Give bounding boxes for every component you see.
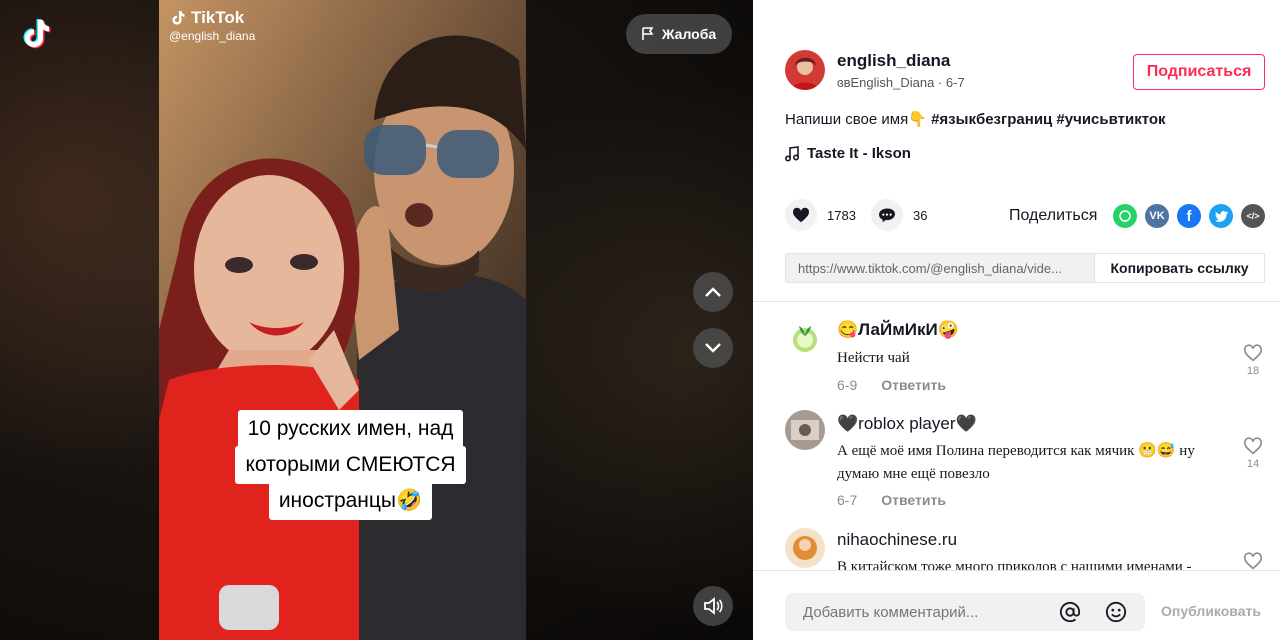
- comment-meta: 6-9 Ответить: [837, 377, 946, 393]
- follow-button[interactable]: Подписаться: [1133, 54, 1265, 90]
- comment-text: В китайском тоже много приколов с нашими…: [837, 559, 1192, 570]
- author-username[interactable]: english_diana: [837, 51, 950, 71]
- comment-like[interactable]: [1241, 552, 1265, 570]
- comment-like[interactable]: 18: [1241, 344, 1265, 377]
- author-meta: ɞвEnglish_Diana · 6-7: [837, 75, 965, 90]
- video-player-area: TikTok @english_diana 10 русских имен, н…: [0, 0, 753, 640]
- comment-author[interactable]: 😋ЛаЙмИкИ🤪: [837, 320, 959, 340]
- post-date: 6-7: [945, 75, 965, 90]
- author-nickname: ɞвEnglish_Diana: [837, 75, 935, 90]
- comment-action[interactable]: 36: [871, 199, 927, 231]
- emoji-icon[interactable]: [1105, 601, 1127, 623]
- heart-outline-icon[interactable]: [1243, 437, 1263, 455]
- at-icon[interactable]: [1059, 601, 1081, 623]
- comment-like-count: 18: [1246, 365, 1260, 377]
- twitter-icon[interactable]: [1209, 204, 1233, 228]
- share-label: Поделиться: [1009, 207, 1098, 224]
- comment-date: 6-9: [837, 377, 858, 393]
- music-title: Taste It - Ikson: [807, 145, 911, 162]
- comment-meta: 6-7 Ответить: [837, 492, 946, 508]
- watermark-brand: TikTok: [191, 8, 245, 27]
- chevron-down-icon: [705, 343, 721, 353]
- comment-like-count: 14: [1246, 458, 1260, 470]
- comment-author[interactable]: nihaochinese.ru: [837, 530, 957, 550]
- heart-outline-icon[interactable]: [1243, 552, 1263, 570]
- author-avatar[interactable]: [785, 50, 825, 90]
- share-link-box: https://www.tiktok.com/@english_diana/vi…: [785, 253, 1265, 283]
- publish-button[interactable]: Опубликовать: [1161, 603, 1261, 619]
- heart-icon[interactable]: [785, 199, 817, 231]
- post-text: Напиши свое имя👇: [785, 111, 932, 128]
- watermark-handle: @english_diana: [169, 29, 256, 43]
- comment-text: А ещё моё имя Полина переводится как мяч…: [837, 443, 1195, 482]
- comment-date: 6-7: [837, 492, 858, 508]
- comment-count: 36: [913, 207, 928, 223]
- whatsapp-icon[interactable]: [1113, 204, 1137, 228]
- like-action[interactable]: 1783: [785, 199, 856, 231]
- comment-author[interactable]: 🖤roblox player🖤: [837, 414, 977, 434]
- facebook-icon[interactable]: f: [1177, 204, 1201, 228]
- video-still-image: [159, 0, 526, 640]
- tiktok-watermark-icon: [172, 11, 185, 25]
- post-description: Напиши свое имя👇 #языкбезграниц #учисьвт…: [785, 110, 1166, 128]
- mute-button[interactable]: [693, 586, 733, 626]
- report-label: Жалоба: [661, 26, 717, 42]
- volume-icon: [704, 597, 723, 615]
- music-note-icon: [785, 145, 799, 161]
- comment-avatar[interactable]: [785, 410, 825, 450]
- video-info-panel: english_diana ɞвEnglish_Diana · 6-7 Подп…: [753, 0, 1280, 640]
- comment-avatar[interactable]: [785, 318, 825, 358]
- embed-icon[interactable]: </>: [1241, 204, 1265, 228]
- tiktok-video-page: TikTok @english_diana 10 русских имен, н…: [0, 0, 1280, 640]
- previous-video-button[interactable]: [693, 272, 733, 312]
- copy-link-button[interactable]: Копировать ссылку: [1094, 254, 1264, 282]
- share-link-url[interactable]: https://www.tiktok.com/@english_diana/vi…: [786, 254, 1094, 282]
- vk-icon[interactable]: VK: [1145, 204, 1169, 228]
- video-caption: 10 русских имен, над которыми СМЕЮТСЯ ин…: [221, 410, 480, 520]
- music-link[interactable]: Taste It - Ikson: [785, 145, 911, 162]
- next-video-button[interactable]: [693, 328, 733, 368]
- reply-button[interactable]: Ответить: [881, 492, 946, 508]
- caption-line: иностранцы🤣: [268, 482, 433, 520]
- video-watermark: TikTok @english_diana: [169, 8, 255, 43]
- post-hashtags[interactable]: #языкбезграниц #учисьвтикток: [931, 111, 1165, 128]
- like-count: 1783: [827, 207, 856, 223]
- video-frame[interactable]: TikTok @english_diana 10 русских имен, н…: [159, 0, 526, 640]
- flag-icon: [642, 27, 654, 40]
- tiktok-logo-icon[interactable]: [18, 16, 54, 52]
- comment-icon[interactable]: [871, 199, 903, 231]
- comment-input[interactable]: Добавить комментарий...: [785, 593, 1145, 631]
- comment-list[interactable]: 😋ЛаЙмИкИ🤪 Нейсти чай 6-9 Ответить 18 🖤ro…: [753, 302, 1280, 570]
- comment-like[interactable]: 14: [1241, 437, 1265, 470]
- reply-button[interactable]: Ответить: [881, 377, 946, 393]
- comment-text: Нейсти чай: [837, 350, 910, 366]
- chevron-up-icon: [705, 287, 721, 297]
- comment-composer: Добавить комментарий... Опубликовать: [753, 570, 1280, 640]
- heart-outline-icon[interactable]: [1243, 344, 1263, 362]
- caption-line: которыми СМЕЮТСЯ: [235, 446, 466, 484]
- caption-line: 10 русских имен, над: [237, 410, 464, 448]
- comment-input-placeholder: Добавить комментарий...: [803, 603, 979, 621]
- report-button[interactable]: Жалоба: [626, 14, 732, 54]
- comment-avatar[interactable]: [785, 528, 825, 568]
